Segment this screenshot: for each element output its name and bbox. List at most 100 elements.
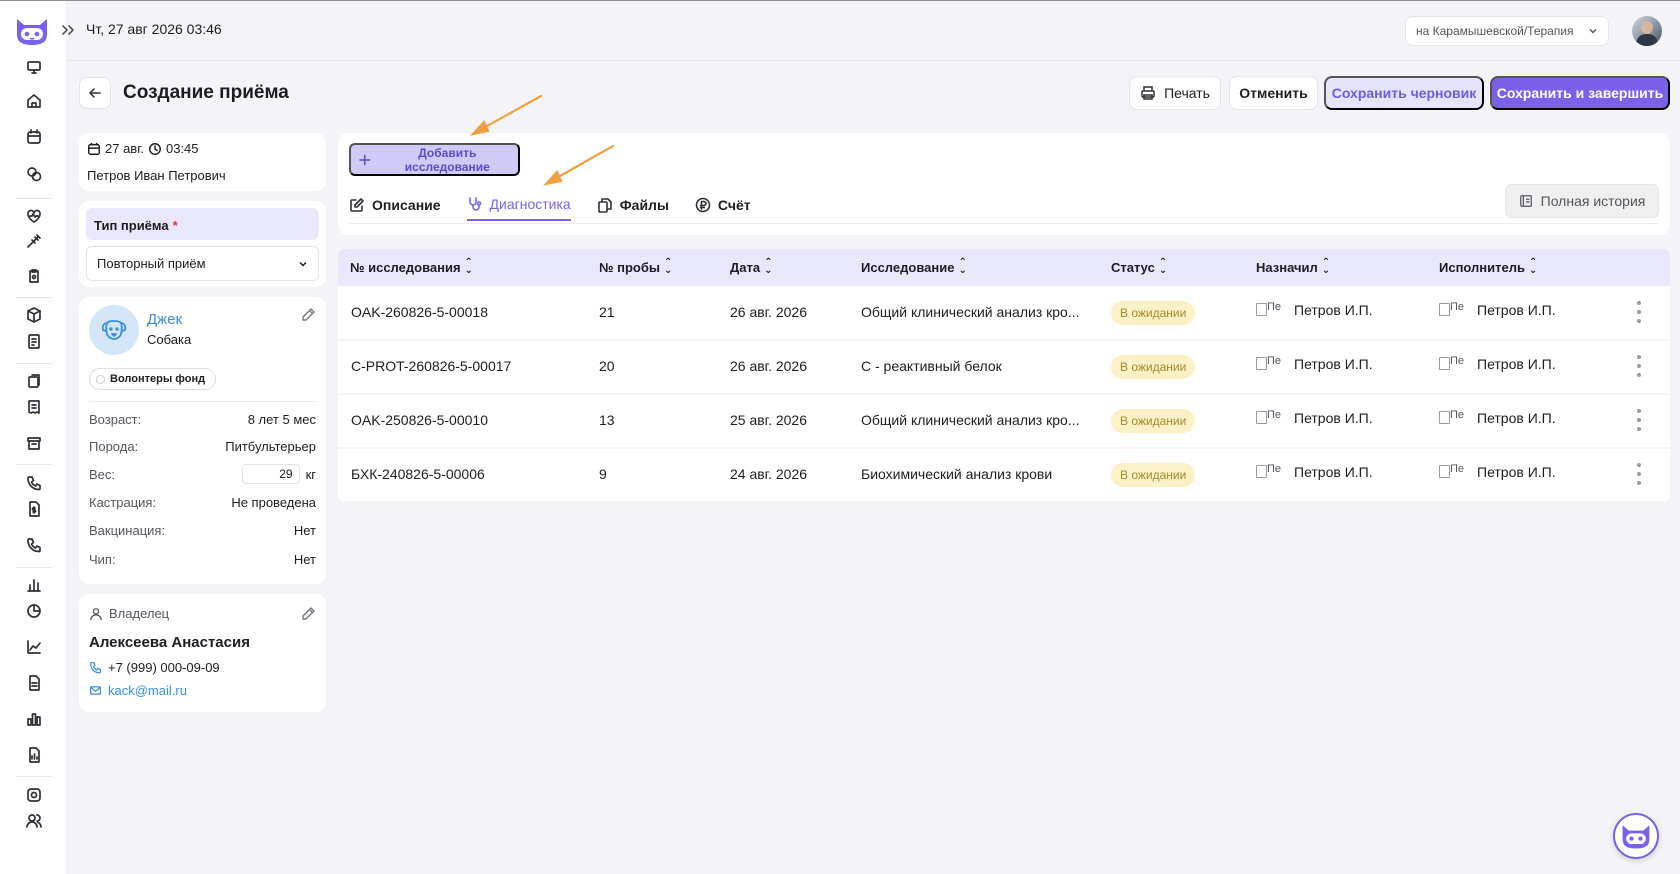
expand-sidebar-icon[interactable] bbox=[60, 22, 76, 38]
print-button[interactable]: Печать bbox=[1129, 76, 1221, 110]
avatar: Пе bbox=[1256, 463, 1286, 481]
branch-select[interactable]: на Карамышевской/Терапия bbox=[1405, 16, 1609, 46]
add-study-button[interactable]: Добавить исследование bbox=[349, 143, 520, 176]
clipboard-list-icon[interactable] bbox=[24, 331, 44, 351]
status-badge: В ожидании bbox=[1111, 355, 1196, 379]
pie-chart-icon[interactable] bbox=[24, 601, 44, 621]
arrow-left-icon bbox=[88, 88, 101, 98]
row-menu-icon[interactable] bbox=[1636, 409, 1642, 431]
sort-icon: ⌃ ⌄ bbox=[1158, 257, 1168, 276]
tab-files[interactable]: Файлы bbox=[597, 189, 669, 221]
monitor-icon[interactable] bbox=[24, 57, 44, 77]
visit-type-select[interactable]: Повторный приём bbox=[86, 246, 319, 281]
full-history-button[interactable]: Полная история bbox=[1505, 184, 1659, 218]
tab-description[interactable]: Описание bbox=[349, 189, 441, 221]
col-status[interactable]: Статус ⌃ ⌄ bbox=[1111, 257, 1168, 276]
col-date[interactable]: Дата ⌃ ⌄ bbox=[730, 257, 773, 276]
document-dollar-icon[interactable] bbox=[24, 499, 44, 519]
calendar-icon bbox=[88, 142, 100, 155]
status-badge: В ожидании bbox=[1111, 409, 1196, 433]
weight-input[interactable]: 29 bbox=[241, 464, 300, 484]
row-menu-icon[interactable] bbox=[1636, 355, 1642, 377]
pet-field-breed: Порода: Питбультерьер bbox=[89, 439, 316, 454]
archive-icon[interactable] bbox=[24, 433, 44, 453]
edit-owner-icon[interactable] bbox=[300, 606, 316, 622]
visit-type-value: Повторный приём bbox=[97, 256, 206, 271]
table-header: № исследования ⌃ ⌄ № пробы ⌃ ⌄ Дата ⌃ ⌄ Исслед… bbox=[338, 249, 1670, 285]
avatar: Пе bbox=[1256, 409, 1286, 427]
col-sample-number[interactable]: № пробы ⌃ ⌄ bbox=[599, 257, 673, 276]
tab-diagnostics[interactable]: Диагностика bbox=[466, 189, 571, 221]
printer-icon bbox=[1141, 86, 1155, 100]
avatar: Пе bbox=[1256, 301, 1286, 319]
pet-card: Джек Собака Волонтеры фонд Возраст: 8 лет… bbox=[79, 297, 326, 584]
line-chart-icon[interactable] bbox=[24, 637, 44, 657]
col-study-number[interactable]: № исследования ⌃ ⌄ bbox=[350, 258, 473, 276]
logo-cat-icon[interactable] bbox=[13, 15, 51, 47]
bar-chart-icon[interactable] bbox=[24, 575, 44, 595]
assigned-by: Пе Петров И.П. bbox=[1256, 409, 1373, 427]
avatar: Пе bbox=[1439, 409, 1469, 427]
full-history-label: Полная история bbox=[1540, 193, 1646, 209]
sort-icon: ⌃ ⌄ bbox=[663, 257, 673, 276]
save-draft-button[interactable]: Сохранить черновик bbox=[1324, 76, 1484, 110]
row-menu-icon[interactable] bbox=[1636, 463, 1642, 485]
receipt-icon[interactable] bbox=[24, 397, 44, 417]
document-stats-icon[interactable] bbox=[24, 745, 44, 765]
settings-icon[interactable] bbox=[24, 785, 44, 805]
back-button[interactable] bbox=[79, 77, 111, 109]
avatar: Пе bbox=[1256, 355, 1286, 373]
edit-icon bbox=[350, 198, 364, 212]
owner-phone[interactable]: +7 (999) 000-09-09 bbox=[89, 660, 220, 675]
col-study[interactable]: Исследование ⌃ ⌄ bbox=[861, 257, 967, 276]
report-icon[interactable] bbox=[24, 673, 44, 693]
heart-pulse-icon[interactable] bbox=[24, 206, 44, 226]
diagnostics-panel: Добавить исследование Описание Диагности… bbox=[338, 133, 1670, 235]
performer: Пе Петров И.П. bbox=[1439, 355, 1556, 373]
sort-icon: ⌃ ⌄ bbox=[1321, 257, 1331, 276]
window-top-border bbox=[0, 0, 1680, 1]
chat-assistant-button[interactable] bbox=[1613, 813, 1659, 859]
table-row[interactable]: C-PROT-260826-5-00017 20 26 авг. 2026 С … bbox=[338, 341, 1670, 393]
documents-icon[interactable] bbox=[24, 371, 44, 391]
add-study-label: Добавить исследование bbox=[404, 145, 490, 174]
avatar: Пе bbox=[1439, 463, 1469, 481]
calendar-icon[interactable] bbox=[24, 127, 44, 147]
visit-type-card: Тип приёма * Повторный приём bbox=[79, 201, 326, 287]
mail-icon bbox=[90, 686, 101, 695]
column-chart-icon[interactable] bbox=[24, 709, 44, 729]
owner-card: Владелец Алексеева Анастасия +7 (999) 00… bbox=[79, 594, 326, 712]
dog-icon bbox=[101, 320, 127, 340]
cancel-button[interactable]: Отменить bbox=[1229, 76, 1318, 110]
ruble-icon bbox=[695, 197, 711, 213]
save-finish-button[interactable]: Сохранить и завершить bbox=[1490, 76, 1670, 110]
edit-pet-icon[interactable] bbox=[300, 307, 316, 323]
phone-call-icon[interactable] bbox=[24, 535, 44, 555]
users-icon[interactable] bbox=[24, 811, 44, 831]
pet-field-weight: Вес: 29 кг bbox=[89, 464, 316, 484]
visit-date: 27 авг. bbox=[105, 141, 144, 156]
owner-email-link[interactable]: kack@mail.ru bbox=[89, 683, 187, 698]
box-icon[interactable] bbox=[24, 305, 44, 325]
phone-icon bbox=[90, 662, 101, 674]
home-icon[interactable] bbox=[24, 91, 44, 111]
pills-icon[interactable] bbox=[24, 164, 44, 184]
syringe-icon[interactable] bbox=[24, 231, 44, 251]
clipboard-paw-icon[interactable] bbox=[24, 266, 44, 286]
pet-tag[interactable]: Волонтеры фонд bbox=[89, 368, 217, 390]
stethoscope-icon bbox=[468, 197, 481, 211]
col-performer[interactable]: Исполнитель ⌃ ⌄ bbox=[1439, 258, 1537, 276]
sort-icon: ⌃ ⌄ bbox=[958, 257, 967, 276]
pet-name-link[interactable]: Джек bbox=[147, 311, 182, 328]
user-avatar[interactable] bbox=[1632, 16, 1662, 46]
history-icon bbox=[1519, 195, 1532, 207]
row-menu-icon[interactable] bbox=[1636, 301, 1642, 323]
table-row[interactable]: OAK-250826-5-00010 13 25 авг. 2026 Общий… bbox=[338, 395, 1670, 447]
plus-icon bbox=[359, 153, 371, 166]
tab-invoice[interactable]: Счёт bbox=[695, 189, 751, 221]
col-assigned[interactable]: Назначил ⌃ ⌄ bbox=[1256, 257, 1331, 276]
table-row[interactable]: БХК-240826-5-00006 9 24 авг. 2026 Биохим… bbox=[338, 449, 1670, 501]
phone-icon[interactable] bbox=[24, 473, 44, 493]
sort-icon: ⌃ ⌄ bbox=[764, 257, 773, 276]
table-row[interactable]: OAK-260826-5-00018 21 26 авг. 2026 Общий… bbox=[338, 287, 1670, 339]
